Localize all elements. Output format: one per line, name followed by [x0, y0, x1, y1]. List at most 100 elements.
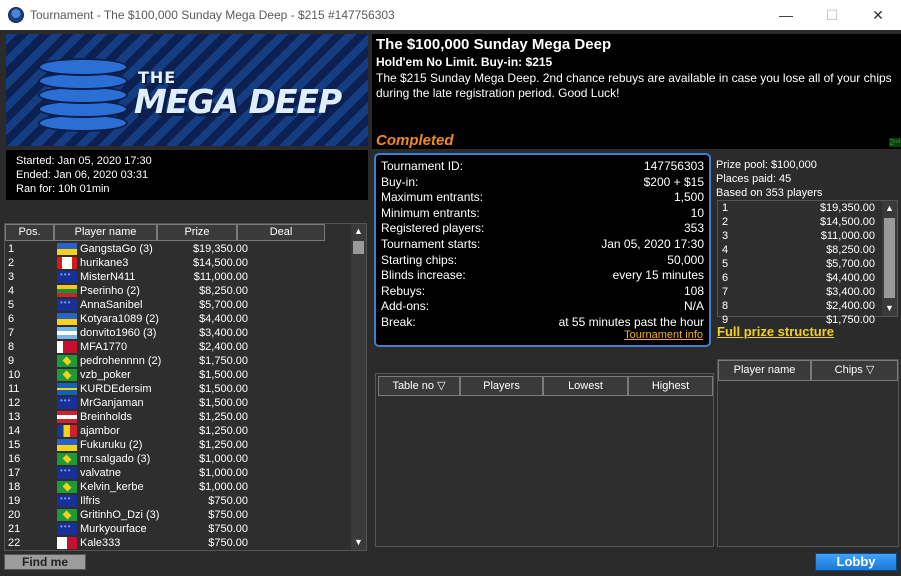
row-prize: $750.00	[208, 537, 248, 549]
table-row[interactable]: 18 Kelvin_kerbe $1,000.00	[5, 480, 352, 494]
started-time: Started: Jan 05, 2020 17:30	[16, 155, 152, 167]
scroll-down-arrow-icon[interactable]: ▼	[882, 301, 897, 316]
table-row[interactable]: 13 Breinholds $1,250.00	[5, 410, 352, 424]
info-label: Registered players:	[381, 221, 485, 236]
table-row[interactable]: 20 GritinhO_Dzi (3) $750.00	[5, 508, 352, 522]
based-on-players: Based on 353 players	[716, 187, 823, 199]
column-header-chips[interactable]: Chips ▽	[811, 360, 898, 381]
scroll-thumb[interactable]	[353, 241, 364, 254]
table-row[interactable]: 6 Kotyara1089 (2) $4,400.00	[5, 312, 352, 326]
info-line: Registered players: 353	[381, 221, 704, 237]
column-header-lowest[interactable]: Lowest	[543, 376, 628, 396]
country-flag-icon	[57, 520, 77, 535]
info-line: Tournament starts: Jan 05, 2020 17:30	[381, 237, 704, 253]
maximize-button[interactable]: ☐	[809, 0, 855, 30]
row-player-name: KURDEdersim	[80, 383, 152, 395]
row-player-name: Kelvin_kerbe	[80, 481, 144, 493]
table-row[interactable]: 16 mr.salgado (3) $1,000.00	[5, 452, 352, 466]
prize-row: 3 $11,000.00	[718, 229, 897, 243]
row-player-name: MisterN411	[80, 271, 136, 283]
scroll-up-arrow-icon[interactable]: ▲	[882, 201, 897, 216]
info-line: Minimum entrants: 10	[381, 206, 704, 222]
scroll-thumb[interactable]	[884, 218, 895, 298]
info-line: Rebuys: 108	[381, 284, 704, 300]
prize-scrollbar[interactable]: ▲ ▼	[882, 201, 897, 316]
table-row[interactable]: 21 Murkyourface $750.00	[5, 520, 352, 536]
row-player-name: Pserinho (2)	[80, 285, 140, 297]
info-value: every 15 minutes	[612, 268, 704, 283]
row-position: 10	[8, 369, 21, 381]
banner-logo-main: MEGA DEEP	[134, 82, 342, 121]
column-header-player-name[interactable]: Player name	[54, 224, 157, 241]
row-position: 21	[8, 523, 21, 535]
table-row[interactable]: 1 GangstaGo (3) $19,350.00	[5, 242, 352, 256]
table-row[interactable]: 19 Ilfris $750.00	[5, 492, 352, 508]
column-header-table-no[interactable]: Table no ▽	[378, 376, 460, 396]
info-line: Maximum entrants: 1,500	[381, 190, 704, 206]
tournament-info-link[interactable]: Tournament info	[624, 329, 703, 341]
table-row[interactable]: 2 hurikane3 $14,500.00	[5, 256, 352, 270]
row-position: 4	[8, 285, 15, 297]
players-table: Pos. Player name Prize Deal 1 GangstaGo (…	[4, 223, 367, 551]
row-player-name: Fukuruku (2)	[80, 439, 143, 451]
row-position: 8	[8, 341, 15, 353]
info-value: 1,500	[673, 190, 704, 205]
prize-amount: $2,400.00	[826, 300, 875, 312]
full-prize-structure-link[interactable]: Full prize structure	[717, 325, 834, 339]
column-header-deal[interactable]: Deal	[237, 224, 325, 241]
prize-row: 5 $5,700.00	[718, 257, 897, 271]
column-header-pos[interactable]: Pos.	[5, 224, 54, 241]
table-row[interactable]: 9 pedrohennnn (2) $1,750.00	[5, 354, 352, 368]
table-row[interactable]: 7 donvito1960 (3) $3,400.00	[5, 326, 352, 340]
table-row[interactable]: 17 valvatne $1,000.00	[5, 464, 352, 480]
column-header-players[interactable]: Players	[460, 376, 543, 396]
scroll-up-arrow-icon[interactable]: ▲	[351, 224, 366, 239]
table-row[interactable]: 8 MFA1770 $2,400.00	[5, 340, 352, 354]
table-players-header: Player name Chips ▽	[718, 360, 898, 381]
table-row[interactable]: 4 Pserinho (2) $8,250.00	[5, 284, 352, 298]
row-prize: $5,700.00	[199, 299, 248, 311]
info-line: Add-ons: N/A	[381, 299, 704, 315]
row-prize: $19,350.00	[192, 243, 248, 255]
country-flag-icon	[57, 464, 77, 479]
prize-place: 6	[722, 272, 729, 284]
table-row[interactable]: 14 ajambor $1,250.00	[5, 424, 352, 438]
prize-amount: $3,400.00	[826, 286, 875, 298]
row-player-name: AnnaSanibel	[80, 299, 143, 311]
mega-deep-banner: THE MEGA DEEP	[6, 34, 368, 146]
info-value: $200 + $15	[643, 174, 704, 189]
table-row[interactable]: 12 MrGanjaman $1,500.00	[5, 394, 352, 410]
table-row[interactable]: 5 AnnaSanibel $5,700.00	[5, 296, 352, 312]
game-type: Hold'em No Limit. Buy-in: $215	[376, 55, 553, 69]
table-row[interactable]: 3 MisterN411 $11,000.00	[5, 268, 352, 284]
minimize-button[interactable]: —	[763, 0, 809, 30]
players-scrollbar[interactable]: ▲ ▼	[351, 224, 366, 550]
tournament-description: The $215 Sunday Mega Deep. 2nd chance re…	[376, 71, 892, 100]
country-flag-icon	[57, 425, 77, 437]
country-flag-icon	[57, 369, 77, 381]
info-line: Tournament ID: 147756303	[381, 159, 704, 175]
row-position: 16	[8, 453, 21, 465]
row-position: 18	[8, 481, 21, 493]
prize-amount: $19,350.00	[819, 202, 875, 214]
row-prize: $1,500.00	[199, 397, 248, 409]
table-row[interactable]: 10 vzb_poker $1,500.00	[5, 368, 352, 382]
scroll-down-arrow-icon[interactable]: ▼	[351, 535, 366, 550]
row-position: 13	[8, 411, 21, 423]
row-player-name: donvito1960 (3)	[80, 327, 157, 339]
table-row[interactable]: 11 KURDEdersim $1,500.00	[5, 382, 352, 396]
prize-place: 7	[722, 286, 729, 298]
table-row[interactable]: 22 Kale333 $750.00	[5, 536, 352, 550]
info-label: Blinds increase:	[381, 268, 466, 283]
row-prize: $1,750.00	[199, 355, 248, 367]
row-player-name: Murkyourface	[80, 523, 147, 535]
column-header-prize[interactable]: Prize	[157, 224, 237, 241]
prize-row: 8 $2,400.00	[718, 299, 897, 313]
find-me-button[interactable]: Find me	[4, 554, 86, 570]
chip-stack-graphic	[34, 44, 134, 140]
close-button[interactable]: ✕	[855, 0, 901, 30]
lobby-button[interactable]: Lobby	[815, 553, 897, 571]
table-row[interactable]: 15 Fukuruku (2) $1,250.00	[5, 438, 352, 452]
column-header-highest[interactable]: Highest	[628, 376, 713, 396]
column-header-player-name[interactable]: Player name	[718, 360, 811, 381]
